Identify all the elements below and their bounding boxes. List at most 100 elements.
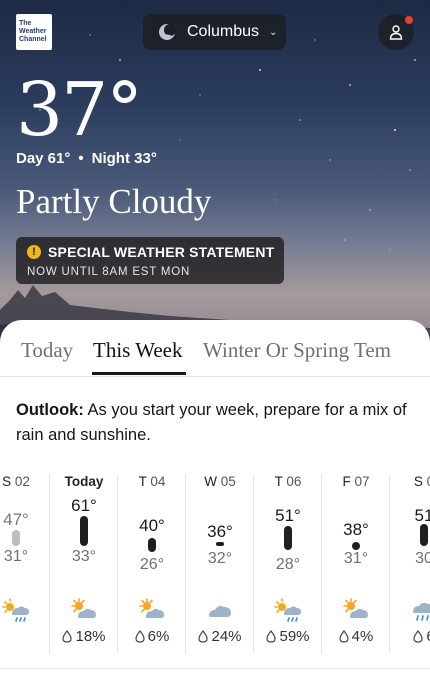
day-of-week: F bbox=[342, 474, 351, 489]
daily-forecast-strip[interactable]: S 02 47° 31° Today 61° 33° 18% T 04 40° 26° 6% W 05… bbox=[0, 468, 430, 668]
sun-rain-icon bbox=[273, 595, 303, 625]
day-date: 0 bbox=[423, 474, 430, 489]
day-forecast-column[interactable]: T 06 51° 28° 59% bbox=[254, 468, 322, 654]
high-temp: 38° bbox=[343, 520, 369, 539]
day-date: 05 bbox=[216, 474, 236, 489]
low-temp: 31° bbox=[3, 548, 29, 565]
day-of-week: W bbox=[204, 474, 217, 489]
warning-icon: ! bbox=[27, 245, 41, 259]
raindrop-icon bbox=[198, 630, 209, 643]
rain-icon bbox=[409, 595, 430, 625]
day-label: S 0 bbox=[390, 474, 430, 489]
day-temp: Day 61° bbox=[16, 150, 71, 167]
precip-value: 6 bbox=[426, 628, 430, 645]
day-label: W 05 bbox=[186, 474, 254, 489]
temp-range-bar bbox=[148, 538, 156, 552]
day-date: 02 bbox=[11, 474, 30, 489]
logo-line-2: Weather bbox=[19, 28, 47, 35]
location-selector-button[interactable]: Columbus ⌄ bbox=[143, 14, 286, 50]
dot-separator: • bbox=[78, 150, 84, 167]
logo-line-3: Channel bbox=[19, 36, 47, 43]
day-of-week: S bbox=[413, 474, 423, 489]
day-forecast-column[interactable]: Today 61° 33° 18% bbox=[50, 468, 118, 654]
precip-chance: 6 bbox=[390, 628, 430, 645]
high-temp: 51° bbox=[275, 506, 301, 525]
day-of-week: S bbox=[2, 474, 12, 489]
low-temp: 30 bbox=[415, 550, 430, 567]
current-condition: Partly Cloudy bbox=[16, 182, 212, 221]
divider bbox=[0, 668, 430, 669]
forecast-sheet: Today This Week Winter Or Spring Tem Out… bbox=[0, 320, 430, 696]
day-forecast-column[interactable]: W 05 36° 32° 24% bbox=[186, 468, 254, 654]
profile-button[interactable] bbox=[378, 14, 414, 50]
precip-value: 6% bbox=[147, 628, 170, 645]
night-temp: Night 33° bbox=[91, 150, 157, 167]
outlook-label: Outlook: bbox=[16, 401, 84, 419]
notification-dot bbox=[405, 16, 413, 24]
raindrop-icon bbox=[413, 630, 423, 643]
high-temp: 61° bbox=[71, 496, 97, 515]
alert-subtitle: NOW UNTIL 8AM EST MON bbox=[27, 266, 191, 278]
raindrop-icon bbox=[266, 630, 277, 643]
day-forecast-column[interactable]: F 07 38° 31° 4% bbox=[322, 468, 390, 654]
day-date: 06 bbox=[282, 474, 302, 489]
partly-cloudy-day-icon bbox=[137, 595, 167, 625]
chevron-down-icon: ⌄ bbox=[269, 26, 278, 38]
raindrop-icon bbox=[339, 630, 349, 643]
partly-cloudy-day-icon bbox=[341, 595, 371, 625]
precip-value: 4% bbox=[351, 628, 374, 645]
hero-background bbox=[0, 0, 430, 345]
precip-value: 18% bbox=[75, 628, 106, 645]
day-forecast-column[interactable]: T 04 40° 26° 6% bbox=[118, 468, 186, 654]
day-of-week: T bbox=[138, 474, 147, 489]
high-temp: 40° bbox=[139, 516, 165, 535]
low-temp: 28° bbox=[275, 556, 301, 573]
precip-chance: 59% bbox=[254, 628, 322, 645]
temp-range-bar bbox=[80, 516, 88, 546]
location-moon-icon bbox=[159, 24, 176, 40]
alert-title: SPECIAL WEATHER STATEMENT bbox=[48, 244, 275, 260]
day-date: 07 bbox=[350, 474, 370, 489]
day-label: F 07 bbox=[322, 474, 390, 489]
temp-range-bar bbox=[216, 542, 224, 546]
precip-value: 59% bbox=[279, 628, 310, 645]
high-temp: 47° bbox=[3, 510, 29, 529]
logo-line-1: The bbox=[19, 20, 32, 27]
day-label: S 02 bbox=[0, 474, 50, 489]
day-label: T 04 bbox=[118, 474, 186, 489]
tab-today[interactable]: Today bbox=[21, 338, 73, 363]
partly-cloudy-day-icon bbox=[69, 595, 99, 625]
day-forecast-column[interactable]: S 02 47° 31° bbox=[0, 468, 50, 654]
precip-chance: 4% bbox=[322, 628, 390, 645]
tab-winter-or-spring[interactable]: Winter Or Spring Tem bbox=[203, 338, 391, 363]
precip-value: 24% bbox=[211, 628, 242, 645]
high-temp: 36° bbox=[207, 522, 233, 541]
location-name: Columbus bbox=[187, 23, 260, 40]
temp-range-bar bbox=[420, 524, 428, 546]
low-temp: 26° bbox=[139, 556, 165, 573]
user-icon bbox=[389, 25, 403, 40]
weather-channel-logo[interactable]: The Weather Channel bbox=[16, 14, 52, 50]
day-of-week: T bbox=[274, 474, 283, 489]
forecast-tabs: Today This Week Winter Or Spring Tem bbox=[0, 320, 430, 377]
precip-chance: 24% bbox=[186, 628, 254, 645]
raindrop-icon bbox=[135, 630, 145, 643]
sun-rain-icon bbox=[1, 595, 31, 625]
day-night-temps: Day 61° • Night 33° bbox=[16, 150, 157, 167]
day-forecast-column[interactable]: S 0 51 30 6 bbox=[390, 468, 430, 653]
low-temp: 33° bbox=[71, 548, 97, 565]
temp-range-bar bbox=[12, 530, 20, 546]
temp-range-bar bbox=[352, 542, 360, 550]
precip-chance: 18% bbox=[50, 628, 118, 645]
cloudy-icon bbox=[205, 595, 235, 625]
temp-range-bar bbox=[284, 526, 292, 550]
outlook-text: Outlook: As you start your week, prepare… bbox=[16, 398, 416, 448]
weather-alert-banner[interactable]: ! SPECIAL WEATHER STATEMENT NOW UNTIL 8A… bbox=[16, 237, 284, 284]
day-date: 04 bbox=[146, 474, 166, 489]
day-label: Today bbox=[50, 474, 118, 489]
low-temp: 32° bbox=[207, 550, 233, 567]
active-tab-indicator bbox=[92, 372, 186, 375]
tab-this-week[interactable]: This Week bbox=[93, 338, 183, 363]
day-of-week: Today bbox=[64, 474, 104, 489]
precip-chance: 6% bbox=[118, 628, 186, 645]
